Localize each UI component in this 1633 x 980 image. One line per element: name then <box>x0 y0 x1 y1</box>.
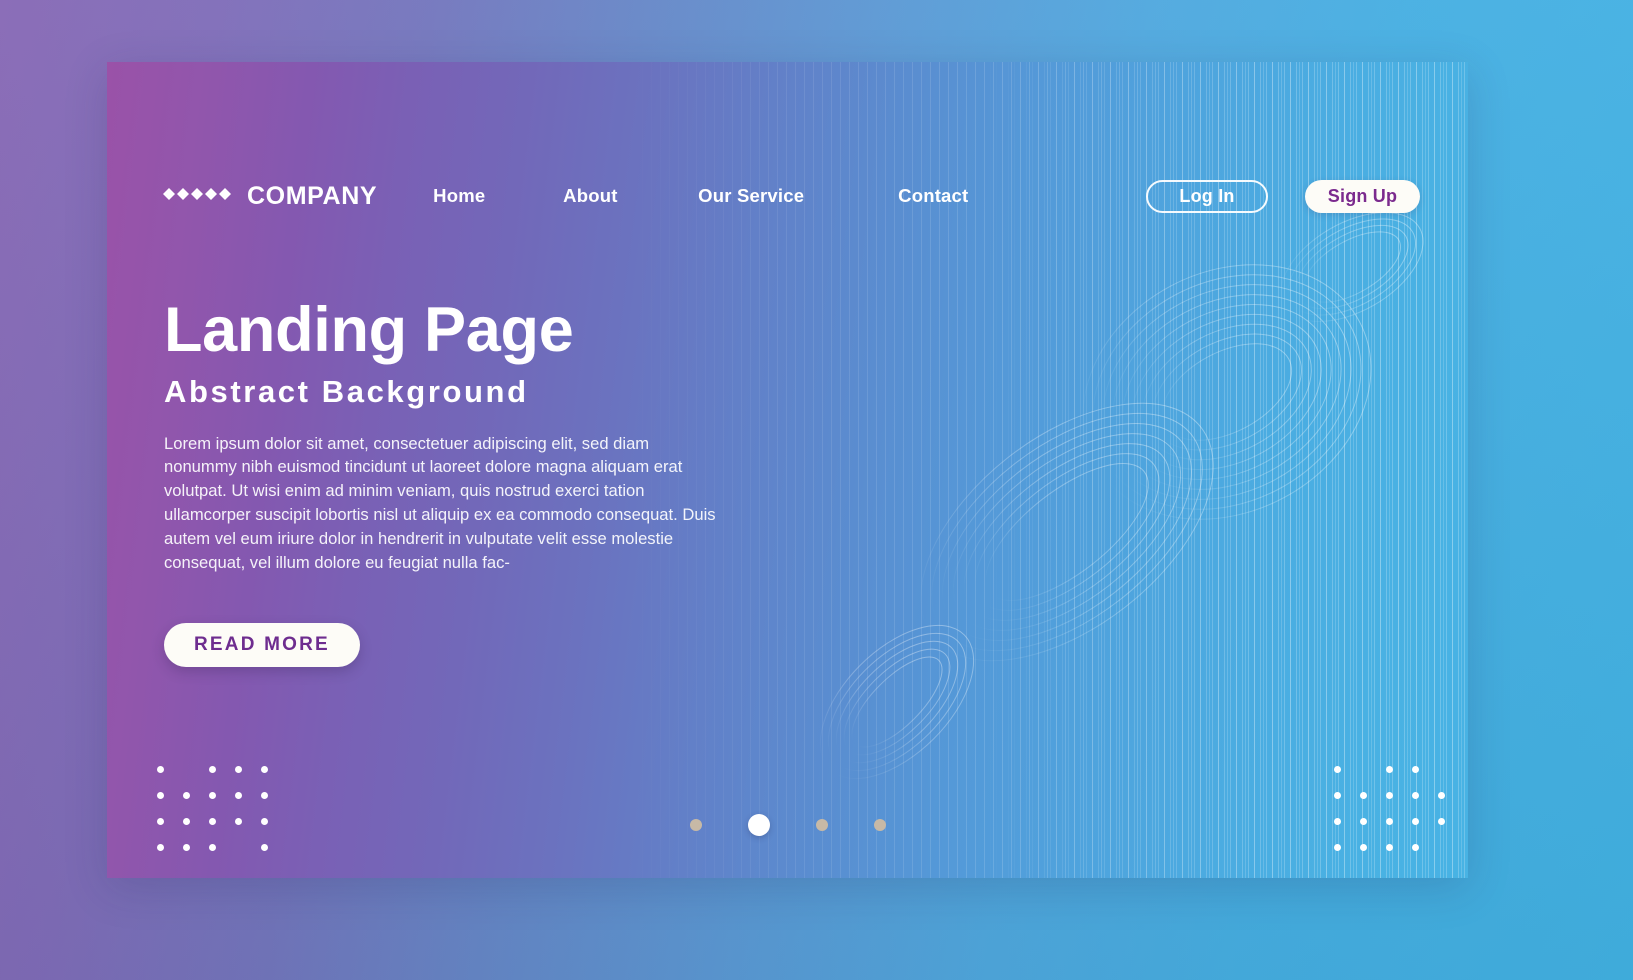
grid-dot <box>1376 834 1402 860</box>
grid-dot <box>1376 756 1402 782</box>
grid-dot <box>251 756 277 782</box>
chevron-diamond-logo-icon <box>163 188 231 200</box>
read-more-button[interactable]: READ MORE <box>164 622 360 667</box>
nav-link-about[interactable]: About <box>563 179 698 213</box>
grid-dot <box>173 756 199 782</box>
nav-link-contact[interactable]: Contact <box>898 179 1048 213</box>
grid-dot <box>1324 756 1350 782</box>
carousel-dot-1[interactable] <box>689 819 702 831</box>
grid-dot <box>1350 834 1376 860</box>
hero-copy: Landing Page Abstract Background Lorem i… <box>164 295 764 667</box>
grid-dot <box>1376 782 1402 808</box>
grid-dot <box>225 756 251 782</box>
grid-dot <box>251 834 277 860</box>
page-title: Landing Page <box>164 295 574 365</box>
brand-logo[interactable]: COMPANY <box>162 182 377 211</box>
grid-dot <box>251 782 277 808</box>
page-subtitle: Abstract Background <box>164 373 529 409</box>
grid-dot <box>225 782 251 808</box>
nav-link-our-service[interactable]: Our Service <box>698 179 898 213</box>
nav-links: Home About Our Service Contact <box>433 179 1048 213</box>
grid-dot <box>147 756 173 782</box>
grid-dot <box>1428 782 1454 808</box>
auth-actions: Log In Sign Up <box>1146 179 1420 213</box>
carousel-dot-4[interactable] <box>873 819 886 831</box>
hero-paragraph: Lorem ipsum dolor sit amet, consectetuer… <box>164 433 716 572</box>
carousel-dot-3[interactable] <box>815 819 828 831</box>
grid-dot <box>1324 834 1350 860</box>
grid-dot <box>199 782 225 808</box>
grid-dot <box>173 834 199 860</box>
dot-grid-right-decoration <box>1324 756 1454 860</box>
navbar: COMPANY Home About Our Service Contact L… <box>162 174 1420 218</box>
login-button[interactable]: Log In <box>1146 179 1268 213</box>
grid-dot <box>147 782 173 808</box>
grid-dot <box>147 834 173 860</box>
signup-button[interactable]: Sign Up <box>1305 179 1420 213</box>
grid-dot <box>1428 834 1454 860</box>
grid-dot <box>173 782 199 808</box>
brand-name: COMPANY <box>247 181 378 210</box>
grid-dot <box>1402 834 1428 860</box>
nav-link-home[interactable]: Home <box>433 179 563 213</box>
hero-card: COMPANY Home About Our Service Contact L… <box>107 62 1468 878</box>
grid-dot <box>199 756 225 782</box>
grid-dot <box>1324 782 1350 808</box>
grid-dot <box>1350 782 1376 808</box>
grid-dot <box>1350 756 1376 782</box>
carousel-pagination <box>107 814 1468 836</box>
dot-grid-left-decoration <box>147 756 277 860</box>
grid-dot <box>199 834 225 860</box>
grid-dot <box>1402 782 1428 808</box>
grid-dot <box>1428 756 1454 782</box>
grid-dot <box>1402 756 1428 782</box>
carousel-dot-2[interactable] <box>747 814 770 836</box>
grid-dot <box>225 834 251 860</box>
